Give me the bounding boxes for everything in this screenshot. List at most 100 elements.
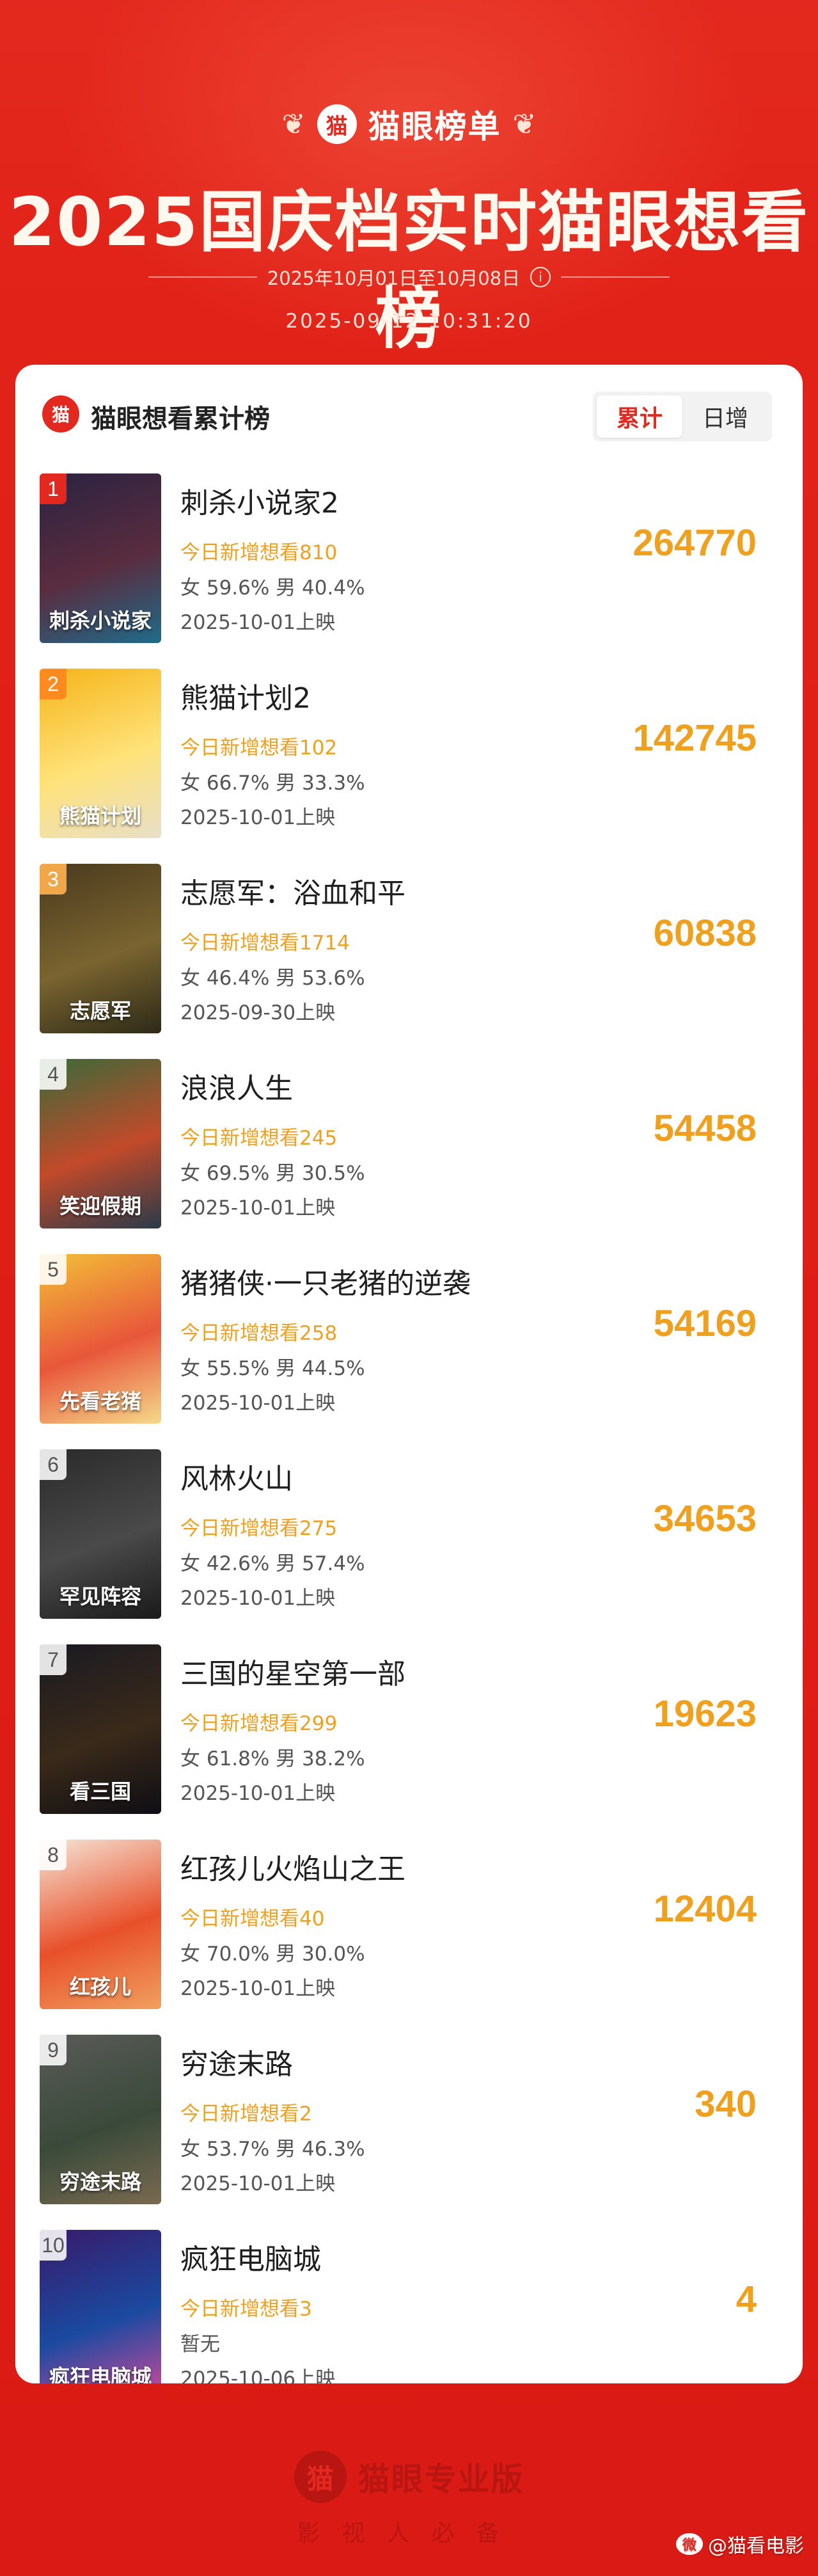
- rank-badge: 5: [40, 1254, 67, 1285]
- movie-title[interactable]: 猪猪侠·一只老猪的逆袭: [180, 1260, 471, 1301]
- release-date: 2025-10-01上映: [180, 1392, 336, 1415]
- release-date: 2025-10-06上映: [180, 2367, 336, 2383]
- release-date: 2025-10-01上映: [180, 1782, 336, 1805]
- tab-daily-increase[interactable]: 日增: [682, 395, 768, 438]
- footer-brand: 猫眼专业版: [358, 2461, 524, 2498]
- maoyan-logo-icon: 猫: [317, 104, 357, 144]
- ranking-card: 猫 猫眼想看累计榜 累计 日增 1 刺杀小说家 刺杀小说家2 今日新增想看810…: [15, 365, 803, 2383]
- movie-poster[interactable]: 1 刺杀小说家: [40, 473, 161, 643]
- total-want-count: 19623: [653, 1693, 757, 1735]
- gender-ratio: 女 53.7% 男 46.3%: [180, 2138, 365, 2161]
- gender-ratio: 暂无: [180, 2333, 220, 2356]
- new-want-count: 今日新增想看3: [180, 2298, 312, 2321]
- card-title: 猫眼想看累计榜: [91, 404, 270, 434]
- weibo-watermark: 微 @猫看电影: [676, 2530, 804, 2558]
- gender-ratio: 女 42.6% 男 57.4%: [180, 1552, 365, 1575]
- movie-title[interactable]: 熊猫计划2: [180, 675, 311, 716]
- poster-caption: 疯狂电脑城: [49, 2365, 152, 2383]
- list-item[interactable]: 4 笑迎假期 浪浪人生 今日新增想看245 女 69.5% 男 30.5% 20…: [15, 1059, 803, 1254]
- laurel-left-icon: ❦: [281, 107, 306, 141]
- list-item[interactable]: 3 志愿军 志愿军：浴血和平 今日新增想看1714 女 46.4% 男 53.6…: [15, 864, 803, 1059]
- maoyan-pro-logo-icon: 猫: [294, 2451, 347, 2503]
- movie-poster[interactable]: 6 罕见阵容: [40, 1449, 161, 1619]
- list-item[interactable]: 7 看三国 三国的星空第一部 今日新增想看299 女 61.8% 男 38.2%…: [15, 1644, 803, 1840]
- movie-poster[interactable]: 8 红孩儿: [40, 1840, 161, 2009]
- rank-badge: 1: [40, 473, 67, 504]
- total-want-count: 264770: [633, 522, 757, 564]
- page-header: ❦ 猫 猫眼榜单 ❦ 2025国庆档实时猫眼想看榜 2025年10月01日至10…: [0, 0, 818, 358]
- poster-caption: 志愿军: [69, 999, 131, 1023]
- movie-title[interactable]: 浪浪人生: [180, 1065, 293, 1106]
- list-item[interactable]: 8 红孩儿 红孩儿火焰山之王 今日新增想看40 女 70.0% 男 30.0% …: [15, 1840, 803, 2035]
- new-want-count: 今日新增想看810: [180, 541, 338, 564]
- gender-ratio: 女 70.0% 男 30.0%: [180, 1943, 365, 1966]
- total-want-count: 142745: [633, 717, 757, 759]
- list-item[interactable]: 1 刺杀小说家 刺杀小说家2 今日新增想看810 女 59.6% 男 40.4%…: [15, 473, 803, 669]
- page-footer: 猫 猫眼专业版 影视人必备 微 @猫看电影: [0, 2425, 818, 2576]
- movie-poster[interactable]: 2 熊猫计划: [40, 669, 161, 838]
- movie-poster[interactable]: 10 疯狂电脑城: [40, 2230, 161, 2383]
- movie-poster[interactable]: 4 笑迎假期: [40, 1059, 161, 1228]
- rank-badge: 9: [40, 2035, 67, 2065]
- movie-title[interactable]: 红孩儿火焰山之王: [180, 1846, 405, 1887]
- release-date: 2025-10-01上映: [180, 611, 336, 634]
- watermark-text: @猫看电影: [708, 2535, 804, 2557]
- movie-poster[interactable]: 7 看三国: [40, 1644, 161, 1814]
- info-icon[interactable]: i: [530, 267, 551, 287]
- poster-caption: 红孩儿: [69, 1975, 131, 1999]
- movie-title[interactable]: 刺杀小说家2: [180, 480, 339, 521]
- movie-title[interactable]: 疯狂电脑城: [180, 2236, 321, 2277]
- weibo-icon: 微: [676, 2533, 703, 2555]
- footer-logo-row: 猫 猫眼专业版: [0, 2451, 818, 2503]
- movie-poster[interactable]: 3 志愿军: [40, 864, 161, 1033]
- tab-cumulative[interactable]: 累计: [597, 395, 682, 438]
- release-date: 2025-10-01上映: [180, 806, 336, 829]
- gender-ratio: 女 69.5% 男 30.5%: [180, 1162, 365, 1185]
- new-want-count: 今日新增想看102: [180, 736, 338, 759]
- movie-title[interactable]: 三国的星空第一部: [180, 1651, 405, 1692]
- new-want-count: 今日新增想看245: [180, 1127, 338, 1150]
- total-want-count: 34653: [653, 1498, 757, 1539]
- update-timestamp: 2025-09-12 10:31:20: [285, 310, 533, 333]
- poster-caption: 看三国: [69, 1779, 131, 1804]
- total-want-count: 12404: [653, 1888, 757, 1930]
- poster-caption: 先看老猪: [59, 1389, 141, 1413]
- list-item[interactable]: 2 熊猫计划 熊猫计划2 今日新增想看102 女 66.7% 男 33.3% 2…: [15, 669, 803, 864]
- movie-poster[interactable]: 5 先看老猪: [40, 1254, 161, 1424]
- poster-caption: 罕见阵容: [59, 1584, 141, 1609]
- movie-title[interactable]: 志愿军：浴血和平: [180, 870, 405, 911]
- poster-caption: 刺杀小说家: [49, 608, 152, 633]
- new-want-count: 今日新增想看2: [180, 2103, 312, 2126]
- date-range-row: 2025年10月01日至10月08日 i: [0, 264, 818, 290]
- list-item[interactable]: 9 穷途末路 穷途末路 今日新增想看2 女 53.7% 男 46.3% 2025…: [15, 2035, 803, 2230]
- date-range: 2025年10月01日至10月08日: [267, 267, 521, 289]
- rank-badge: 3: [40, 864, 67, 894]
- laurel-right-icon: ❦: [512, 107, 537, 141]
- movie-title[interactable]: 穷途末路: [180, 2041, 293, 2082]
- total-want-count: 54169: [653, 1303, 757, 1344]
- brand-name: 猫眼榜单: [368, 108, 501, 145]
- rank-badge: 4: [40, 1059, 67, 1090]
- gender-ratio: 女 61.8% 男 38.2%: [180, 1747, 365, 1770]
- divider-right: [561, 276, 670, 278]
- total-want-count: 340: [695, 2083, 757, 2125]
- list-item[interactable]: 6 罕见阵容 风林火山 今日新增想看275 女 42.6% 男 57.4% 20…: [15, 1449, 803, 1644]
- release-date: 2025-10-01上映: [180, 2172, 336, 2195]
- movie-poster[interactable]: 9 穷途末路: [40, 2035, 161, 2204]
- gender-ratio: 女 55.5% 男 44.5%: [180, 1357, 365, 1380]
- view-toggle: 累计 日增: [593, 392, 772, 441]
- new-want-count: 今日新增想看258: [180, 1322, 338, 1345]
- movie-title[interactable]: 风林火山: [180, 1456, 293, 1497]
- total-want-count: 54458: [653, 1108, 757, 1149]
- list-item[interactable]: 5 先看老猪 猪猪侠·一只老猪的逆袭 今日新增想看258 女 55.5% 男 4…: [15, 1254, 803, 1449]
- movie-list: 1 刺杀小说家 刺杀小说家2 今日新增想看810 女 59.6% 男 40.4%…: [15, 473, 803, 2383]
- poster-caption: 笑迎假期: [59, 1194, 141, 1218]
- list-item[interactable]: 10 疯狂电脑城 疯狂电脑城 今日新增想看3 暂无 2025-10-06上映 4: [15, 2230, 803, 2383]
- gender-ratio: 女 46.4% 男 53.6%: [180, 967, 365, 990]
- release-date: 2025-10-01上映: [180, 1587, 336, 1610]
- card-header: 猫 猫眼想看累计榜 累计 日增: [15, 365, 803, 448]
- release-date: 2025-09-30上映: [180, 1001, 336, 1024]
- divider-left: [148, 276, 257, 278]
- rank-badge: 8: [40, 1840, 67, 1870]
- rank-badge: 2: [40, 669, 67, 699]
